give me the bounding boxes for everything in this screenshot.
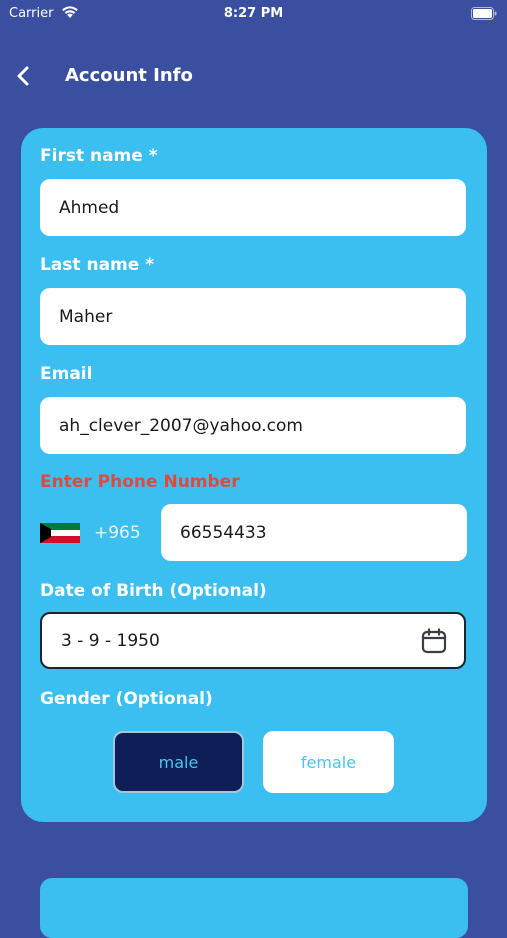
account-info-card: First name * Ahmed Last name * Maher Ema… xyxy=(21,128,487,822)
calendar-icon[interactable] xyxy=(420,627,448,655)
first-name-field[interactable]: Ahmed xyxy=(40,179,466,236)
dial-code[interactable]: +965 xyxy=(94,523,141,543)
dob-value: 3 - 9 - 1950 xyxy=(61,630,160,651)
first-name-label: First name * xyxy=(40,146,158,166)
last-name-value: Maher xyxy=(59,306,113,327)
gender-male-button[interactable]: male xyxy=(113,731,244,793)
dob-label: Date of Birth (Optional) xyxy=(40,581,267,601)
kuwait-flag-icon[interactable] xyxy=(40,523,80,543)
status-bar: Carrier 8:27 PM xyxy=(0,0,507,28)
phone-label: Enter Phone Number xyxy=(40,472,240,492)
bottom-action-button[interactable] xyxy=(40,878,468,938)
email-field[interactable]: ah_clever_2007@yahoo.com xyxy=(40,397,466,454)
phone-value: 66554433 xyxy=(180,522,267,543)
header: Account Info xyxy=(0,56,507,96)
last-name-label: Last name * xyxy=(40,255,155,275)
gender-female-button[interactable]: female xyxy=(263,731,394,793)
first-name-value: Ahmed xyxy=(59,197,120,218)
email-label: Email xyxy=(40,364,93,384)
page-title: Account Info xyxy=(65,65,193,86)
battery-icon xyxy=(471,7,497,20)
dob-field[interactable]: 3 - 9 - 1950 xyxy=(40,612,466,669)
status-time: 8:27 PM xyxy=(223,6,284,21)
phone-field[interactable]: 66554433 xyxy=(161,504,467,561)
email-value: ah_clever_2007@yahoo.com xyxy=(59,415,303,436)
back-chevron-icon[interactable] xyxy=(10,62,38,90)
last-name-field[interactable]: Maher xyxy=(40,288,466,345)
gender-label: Gender (Optional) xyxy=(40,689,213,709)
